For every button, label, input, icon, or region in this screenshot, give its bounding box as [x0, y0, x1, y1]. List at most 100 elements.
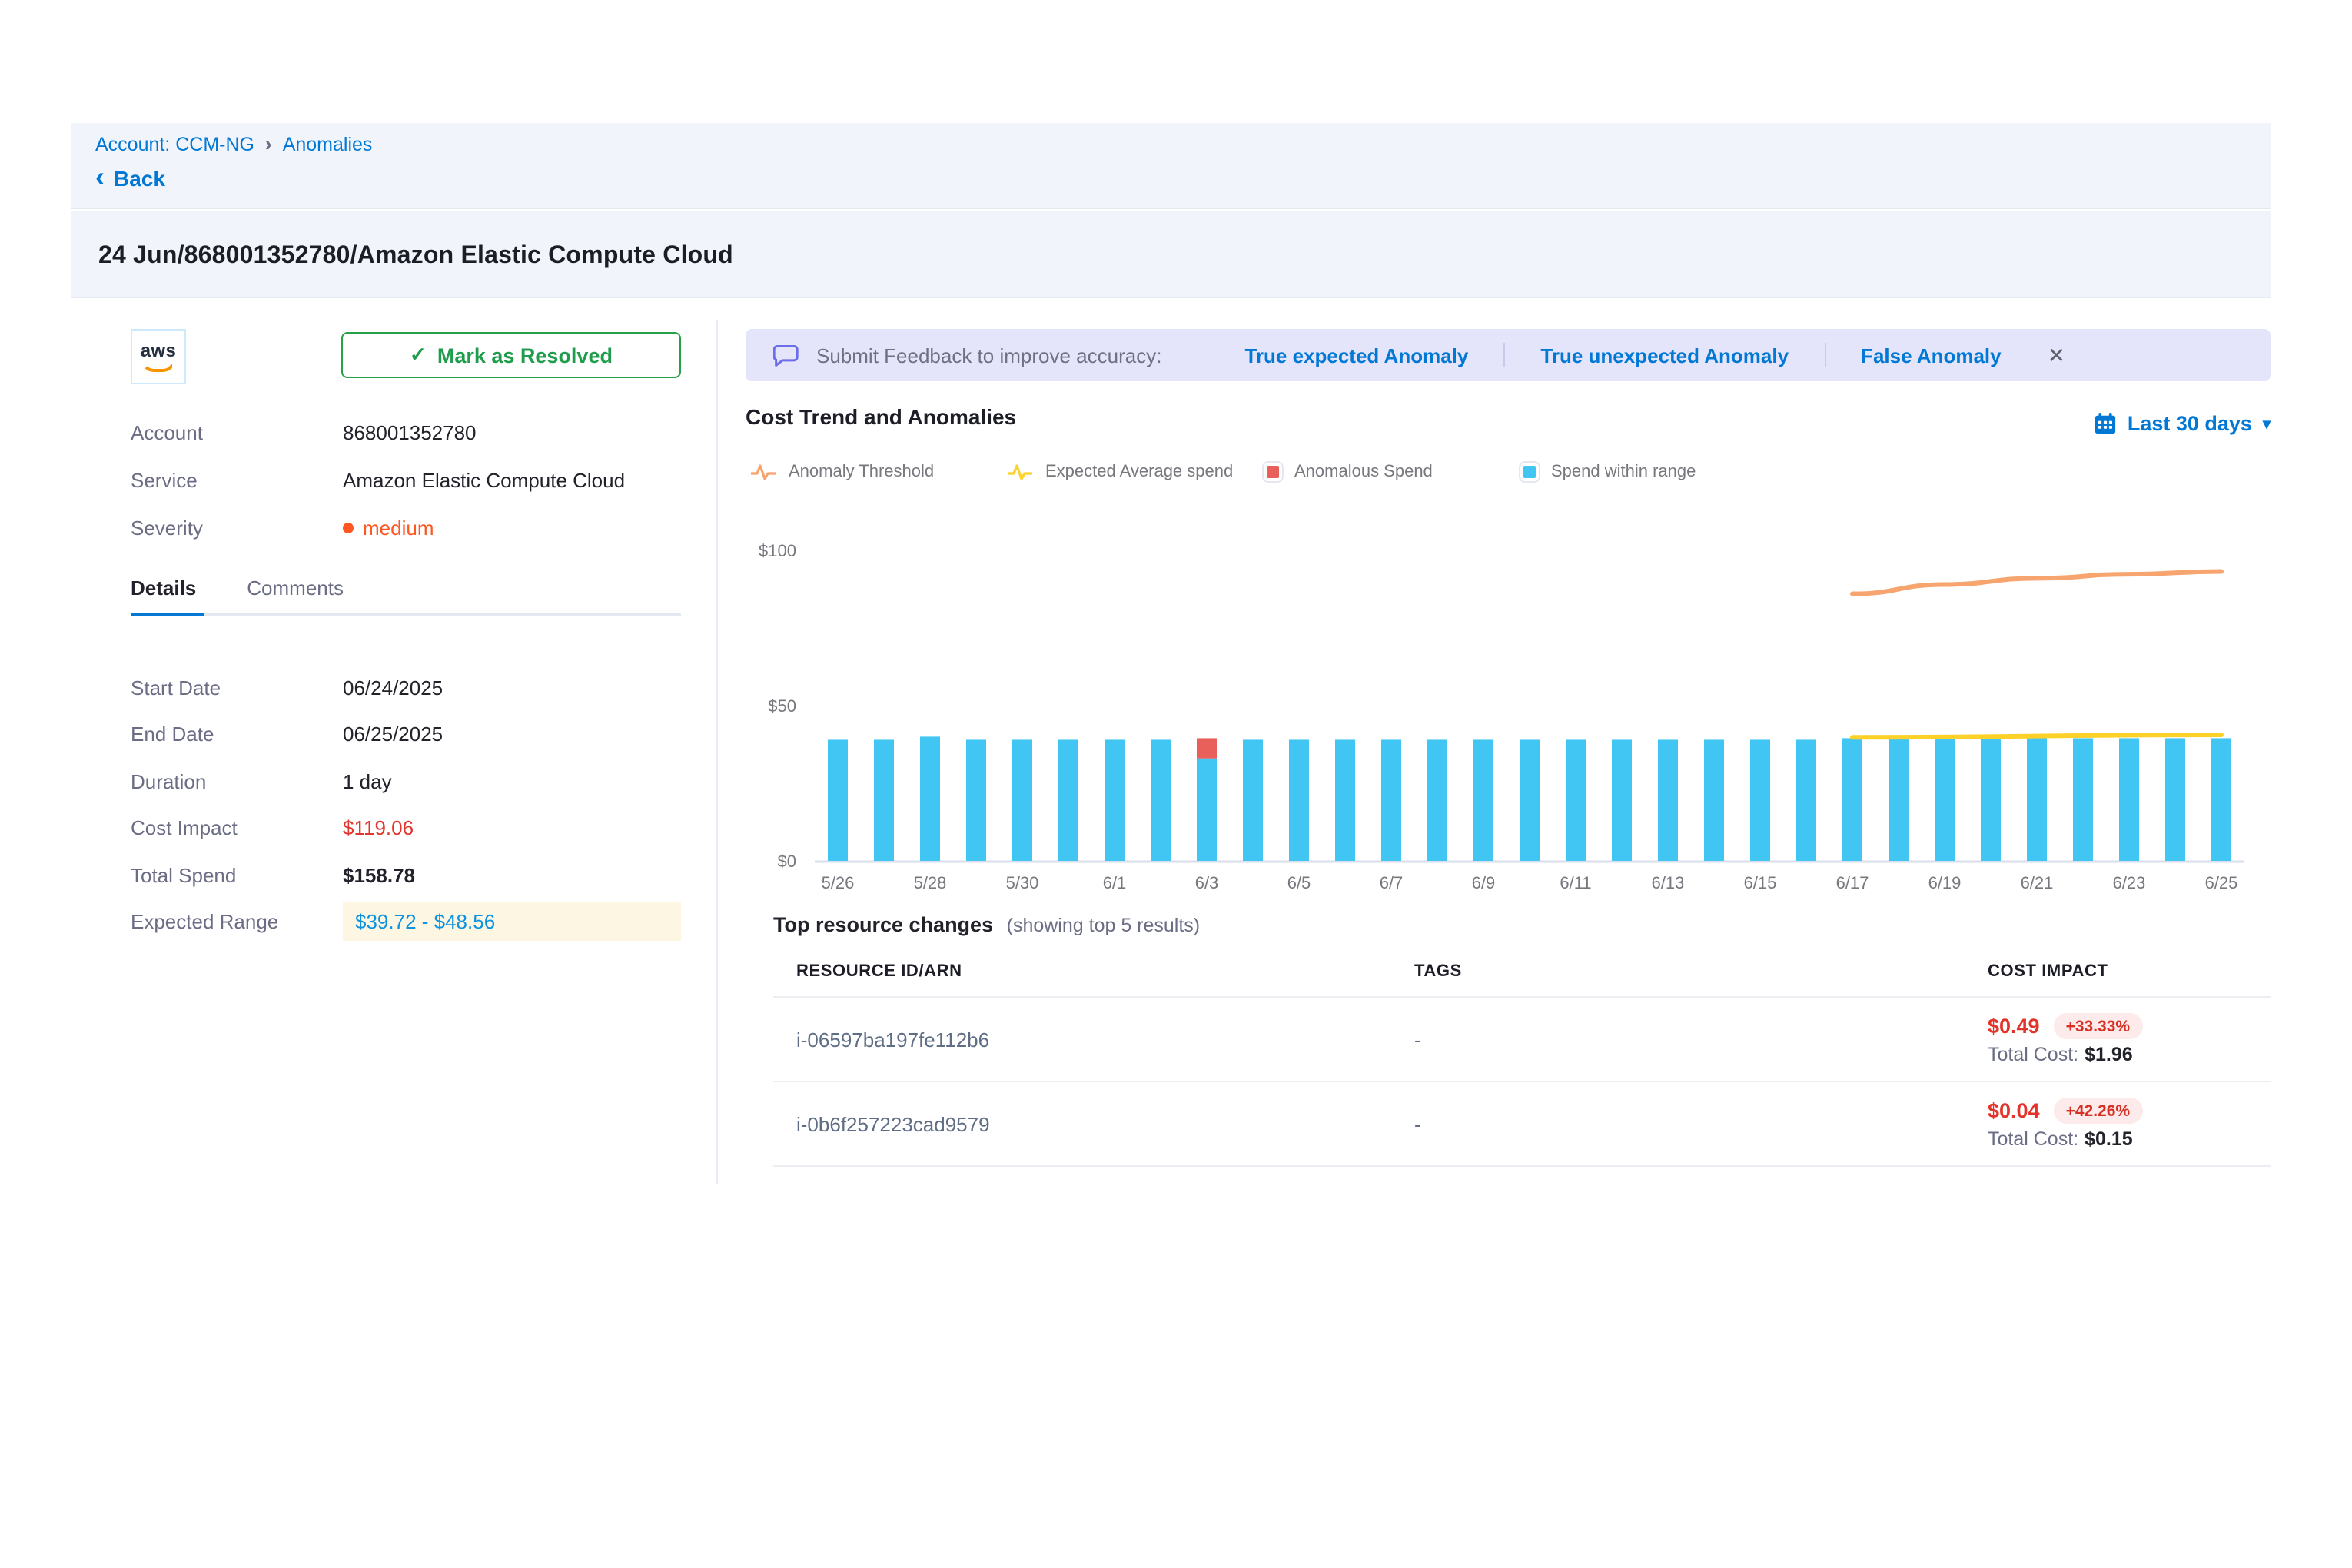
bar-anomalous-6/3[interactable]: [1197, 738, 1217, 758]
legend-line-icon: [1007, 461, 1033, 483]
feedback-option-false-anomaly[interactable]: False Anomaly: [1861, 344, 2002, 367]
back-button[interactable]: ‹ Back: [95, 166, 165, 191]
bar-6/17[interactable]: [1842, 738, 1862, 861]
tab-underline: [131, 613, 681, 616]
detail-label: Duration: [131, 770, 343, 793]
mark-as-resolved-button[interactable]: ✓ Mark as Resolved: [341, 332, 681, 378]
detail-value: 06/24/2025: [343, 676, 681, 699]
calendar-icon: [2094, 412, 2117, 435]
cost-impact-percent-badge: +42.26%: [2054, 1098, 2143, 1124]
chevron-down-icon: ▾: [2263, 417, 2271, 434]
resource-id[interactable]: i-0b6f257223cad9579: [796, 1112, 990, 1135]
chat-bubble-icon: [773, 344, 799, 367]
bar-6/25[interactable]: [2211, 738, 2231, 861]
x-axis-tick-6/11: 6/11: [1560, 873, 1591, 892]
detail-value: $158.78: [343, 864, 681, 887]
bar-6/4[interactable]: [1243, 739, 1263, 861]
bar-6/22[interactable]: [2073, 738, 2093, 861]
anomaly-detail-page: Account: CCM-NG › Anomalies ‹ Back 24 Ju…: [0, 0, 2352, 1568]
aws-smile-icon: [141, 359, 175, 371]
bar-6/2[interactable]: [1151, 739, 1171, 861]
feedback-divider: [1824, 343, 1825, 367]
resources-subtitle: (showing top 5 results): [1007, 915, 1201, 936]
total-cost-label: Total Cost:: [1988, 1128, 2078, 1150]
bar-6/23[interactable]: [2119, 738, 2139, 861]
bar-5/30[interactable]: [1012, 739, 1032, 861]
legend-line-icon: [750, 461, 776, 483]
x-axis-tick-6/25: 6/25: [2205, 873, 2238, 892]
x-axis-tick-6/1: 6/1: [1103, 873, 1127, 892]
bar-5/28[interactable]: [920, 736, 940, 861]
bar-6/20[interactable]: [1981, 738, 2001, 861]
resource-row: i-0b6f257223cad9579-$0.04+42.26%Total Co…: [773, 1081, 2271, 1166]
breadcrumb-anomalies-link[interactable]: Anomalies: [283, 133, 373, 154]
tab-details[interactable]: Details: [131, 576, 196, 613]
aws-logo: aws: [131, 329, 186, 384]
detail-row: End Date06/25/2025: [131, 711, 681, 758]
summary-label: Service: [131, 469, 343, 492]
resource-id[interactable]: i-06597ba197fe112b6: [796, 1028, 989, 1051]
detail-value: $119.06: [343, 817, 681, 840]
resource-cost-impact: $0.04+42.26%Total Cost:$0.15: [1965, 1081, 2271, 1166]
bar-6/10[interactable]: [1520, 739, 1540, 861]
chevron-left-icon: ‹: [95, 166, 105, 188]
bar-5/26[interactable]: [828, 739, 848, 861]
feedback-option-true-expected-anomaly[interactable]: True expected Anomaly: [1244, 344, 1468, 367]
x-axis-tick-5/28: 5/28: [914, 873, 947, 892]
legend-label: Spend within range: [1551, 463, 1696, 481]
bar-6/21[interactable]: [2027, 738, 2047, 861]
severity-dot-icon: [343, 523, 354, 533]
tab-comments[interactable]: Comments: [247, 576, 344, 613]
resource-tags: -: [1391, 997, 1965, 1081]
bar-5/27[interactable]: [874, 739, 894, 861]
bar-5/29[interactable]: [966, 739, 986, 861]
summary-rows: Account868001352780ServiceAmazon Elastic…: [131, 409, 681, 552]
x-axis-tick-6/23: 6/23: [2113, 873, 2146, 892]
col-cost-impact: COST IMPACT: [1965, 950, 2271, 997]
bar-6/5[interactable]: [1289, 739, 1309, 861]
detail-row: Cost Impact$119.06: [131, 805, 681, 852]
close-icon[interactable]: ✕: [2048, 342, 2065, 368]
x-axis-tick-6/15: 6/15: [1744, 873, 1777, 892]
bar-5/31[interactable]: [1058, 739, 1078, 861]
date-range-label: Last 30 days: [2128, 412, 2252, 435]
bar-6/3[interactable]: [1197, 759, 1217, 861]
legend-item-anomaly-threshold: Anomaly Threshold: [750, 461, 1007, 483]
x-axis-tick-5/30: 5/30: [1006, 873, 1039, 892]
cost-impact-amount: $0.04: [1988, 1099, 2040, 1122]
bar-6/12[interactable]: [1612, 739, 1632, 861]
bar-6/15[interactable]: [1750, 739, 1770, 861]
cost-trend-chart: $0$50$1005/265/285/306/16/36/56/76/96/11…: [749, 507, 2271, 904]
resources-heading: Top resource changes (showing top 5 resu…: [773, 913, 1200, 936]
breadcrumb-account-link[interactable]: Account: CCM-NG: [95, 133, 254, 154]
resources-title: Top resource changes: [773, 913, 993, 936]
date-range-selector[interactable]: Last 30 days ▾: [2094, 412, 2271, 435]
feedback-option-true-unexpected-anomaly[interactable]: True unexpected Anomaly: [1540, 344, 1789, 367]
bar-6/6[interactable]: [1335, 739, 1355, 861]
col-resource-id: RESOURCE ID/ARN: [773, 950, 1391, 997]
summary-label: Severity: [131, 517, 343, 540]
bar-6/14[interactable]: [1704, 739, 1724, 861]
detail-value: 1 day: [343, 770, 681, 793]
x-axis-tick-6/17: 6/17: [1836, 873, 1869, 892]
bar-6/8[interactable]: [1427, 739, 1447, 861]
x-axis-tick-6/21: 6/21: [2021, 873, 2054, 892]
anomaly-details-list: Start Date06/24/2025End Date06/25/2025Du…: [131, 664, 681, 945]
resources-table: RESOURCE ID/ARN TAGS COST IMPACT i-06597…: [773, 950, 2271, 1167]
bar-6/1[interactable]: [1105, 739, 1125, 861]
bar-6/18[interactable]: [1889, 738, 1909, 861]
x-axis-tick-6/19: 6/19: [1928, 873, 1962, 892]
feedback-prompt: Submit Feedback to improve accuracy:: [816, 344, 1161, 367]
feedback-bar: Submit Feedback to improve accuracy: Tru…: [746, 329, 2271, 381]
bar-6/13[interactable]: [1658, 739, 1678, 861]
bar-6/24[interactable]: [2165, 738, 2185, 861]
active-tab-indicator: [131, 613, 204, 616]
bar-6/9[interactable]: [1473, 739, 1493, 861]
bar-6/19[interactable]: [1935, 738, 1955, 861]
bar-6/16[interactable]: [1796, 739, 1816, 861]
detail-value: 06/25/2025: [343, 723, 681, 746]
mark-as-resolved-label: Mark as Resolved: [437, 344, 613, 367]
bar-6/11[interactable]: [1566, 739, 1586, 861]
y-axis-tick: $100: [759, 541, 796, 560]
bar-6/7[interactable]: [1381, 739, 1401, 861]
